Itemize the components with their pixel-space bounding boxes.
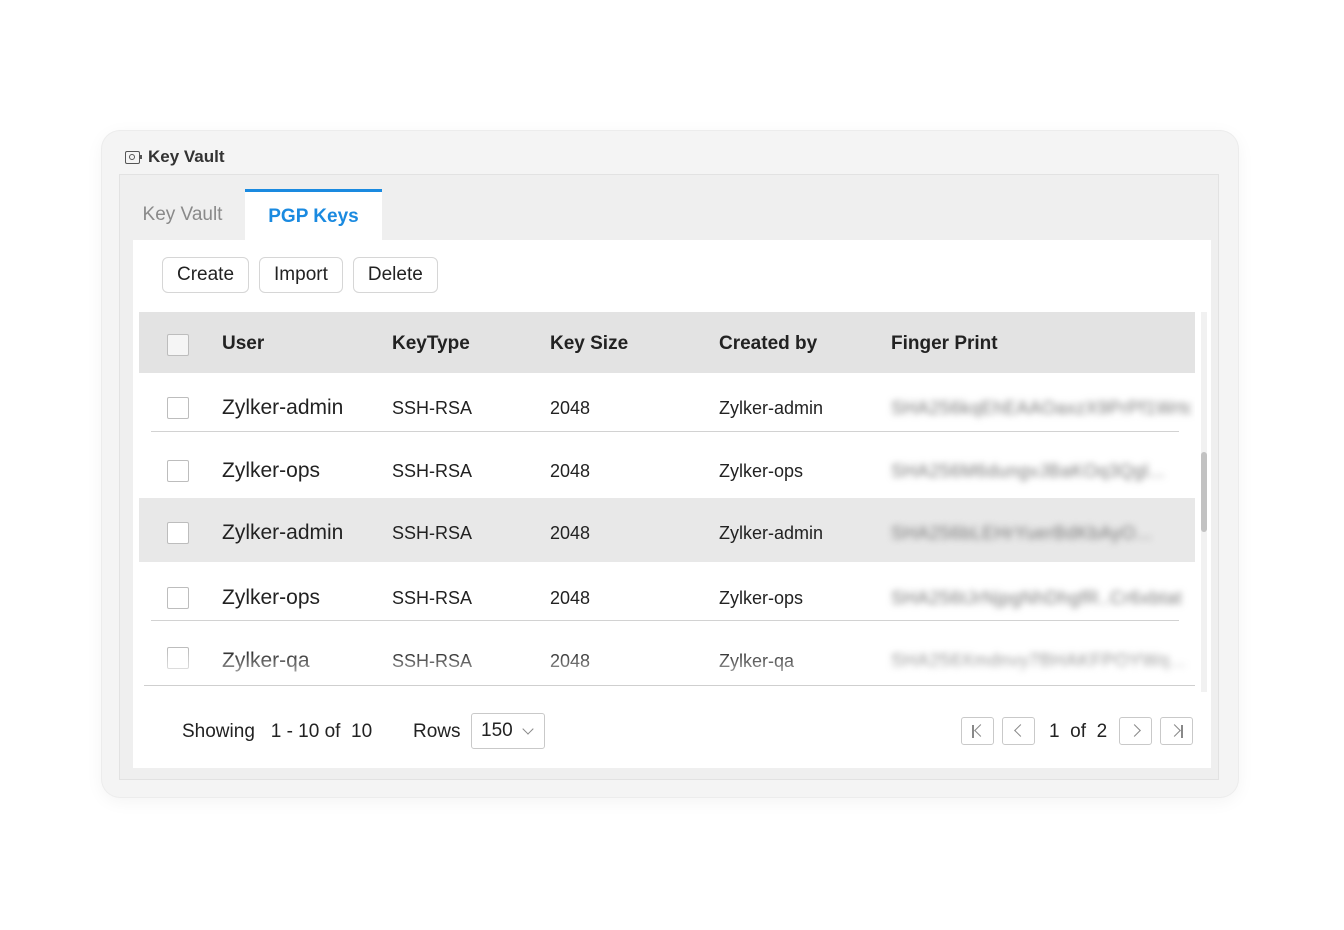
first-page-icon xyxy=(972,725,974,738)
page-of-label: of xyxy=(1070,721,1086,742)
row-checkbox[interactable] xyxy=(167,647,189,669)
key-vault-window: Key Vault Key Vault PGP Keys Create Impo… xyxy=(102,131,1238,797)
row-checkbox[interactable] xyxy=(167,460,189,482)
cell-key-type: SSH-RSA xyxy=(392,398,473,418)
window-title-bar: Key Vault xyxy=(125,147,225,167)
scrollbar-thumb[interactable] xyxy=(1201,452,1207,532)
cell-key-type: SSH-RSA xyxy=(392,651,473,671)
next-page-icon xyxy=(1128,724,1141,737)
row-checkbox[interactable] xyxy=(167,587,189,609)
prev-page-button[interactable] xyxy=(1002,717,1035,745)
rows-label: Rows xyxy=(413,721,461,742)
last-page-icon xyxy=(1181,725,1183,738)
table-row-highlighted[interactable]: Zylker-admin SSH-RSA 2048 Zylker-admin S… xyxy=(139,498,1195,562)
tab-content: Create Import Delete User KeyType Key Si… xyxy=(133,240,1211,768)
row-checkbox[interactable] xyxy=(167,522,189,544)
tab-pgp-keys[interactable]: PGP Keys xyxy=(245,189,382,241)
vault-icon xyxy=(125,150,142,164)
page-total: 2 xyxy=(1096,721,1108,742)
main-panel: Key Vault PGP Keys Create Import Delete … xyxy=(119,174,1219,780)
cell-created-by: Zylker-admin xyxy=(719,398,824,418)
table-scrollbar[interactable] xyxy=(1201,312,1207,692)
cell-finger-print: SHA256bLEHrYuerBdKbAyO... xyxy=(891,523,1153,543)
delete-button[interactable]: Delete xyxy=(352,257,438,293)
showing-text: Showing 1 - 10 of 10 xyxy=(182,721,372,743)
cell-key-type: SSH-RSA xyxy=(392,523,473,543)
import-button[interactable]: Import xyxy=(259,257,343,293)
cell-finger-print: SHA256Xmdnvy7BHAKFPOYWq... xyxy=(891,651,1187,671)
showing-range: 1 - 10 of 10 xyxy=(270,721,373,742)
cell-created-by: Zylker-admin xyxy=(719,523,824,543)
row-divider xyxy=(151,431,1179,432)
page-current: 1 xyxy=(1049,721,1060,742)
cell-user: Zylker-ops xyxy=(222,586,321,609)
window-title: Key Vault xyxy=(148,147,225,166)
tab-key-vault[interactable]: Key Vault xyxy=(120,189,245,241)
cell-key-size: 2048 xyxy=(550,461,591,481)
table-footer: Showing 1 - 10 of 10 Rows 150 1 of 2 xyxy=(133,705,1211,755)
next-page-button[interactable] xyxy=(1119,717,1152,745)
table-bottom-border xyxy=(144,685,1195,686)
row-checkbox[interactable] xyxy=(167,397,189,419)
cell-key-size: 2048 xyxy=(550,398,591,418)
row-divider xyxy=(151,620,1179,621)
page-indicator: 1 of 2 xyxy=(1049,721,1107,743)
showing-label: Showing xyxy=(182,721,255,742)
prev-page-icon xyxy=(1014,724,1027,737)
cell-key-size: 2048 xyxy=(550,588,591,608)
first-page-button[interactable] xyxy=(961,717,994,745)
cell-key-size: 2048 xyxy=(550,523,591,543)
column-header-user[interactable]: User xyxy=(222,333,264,355)
cell-finger-print: SHA256M6dungvJBaKOq3Qgl... xyxy=(891,461,1166,481)
rows-per-page-value: 150 xyxy=(481,720,513,741)
cell-created-by: Zylker-ops xyxy=(719,588,804,608)
cell-key-type: SSH-RSA xyxy=(392,461,473,481)
cell-user: Zylker-admin xyxy=(222,521,344,544)
column-header-finger-print[interactable]: Finger Print xyxy=(891,333,998,355)
column-header-key-size[interactable]: Key Size xyxy=(550,333,628,355)
cell-finger-print: SHA256kqEhEAAOaxzX9PrPf1Wrtq xyxy=(891,398,1191,418)
column-header-keytype[interactable]: KeyType xyxy=(392,333,470,355)
toolbar: Create Import Delete xyxy=(162,257,438,293)
cell-user: Zylker-qa xyxy=(222,649,310,672)
cell-key-type: SSH-RSA xyxy=(392,588,473,608)
rows-per-page-select[interactable]: 150 xyxy=(471,713,545,749)
table-header: User KeyType Key Size Created by Finger … xyxy=(139,312,1195,373)
cell-finger-print: SHA256tJrNjpgNhDhgfR..Cr6xbtat xyxy=(891,588,1183,608)
cell-user: Zylker-admin xyxy=(222,396,344,419)
create-button[interactable]: Create xyxy=(162,257,250,293)
cell-user: Zylker-ops xyxy=(222,459,321,482)
cell-created-by: Zylker-ops xyxy=(719,461,804,481)
keys-table: User KeyType Key Size Created by Finger … xyxy=(139,312,1195,686)
table-row[interactable]: Zylker-ops SSH-RSA 2048 Zylker-ops SHA25… xyxy=(139,436,1195,499)
table-row[interactable]: Zylker-admin SSH-RSA 2048 Zylker-admin S… xyxy=(139,373,1195,436)
table-row[interactable]: Zylker-qa SSH-RSA 2048 Zylker-qa SHA256X… xyxy=(139,626,1195,686)
last-page-button[interactable] xyxy=(1160,717,1193,745)
table-row[interactable]: Zylker-ops SSH-RSA 2048 Zylker-ops SHA25… xyxy=(139,563,1195,626)
select-all-checkbox[interactable] xyxy=(167,334,189,356)
cell-created-by: Zylker-qa xyxy=(719,651,795,671)
cell-key-size: 2048 xyxy=(550,651,591,671)
column-header-created-by[interactable]: Created by xyxy=(719,333,817,355)
chevron-down-icon xyxy=(522,723,534,735)
